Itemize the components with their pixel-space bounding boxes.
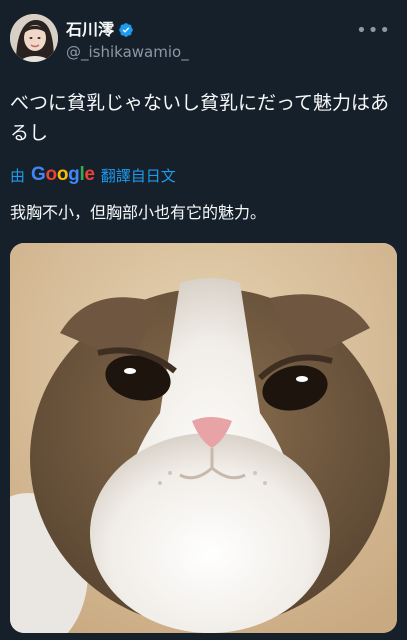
tweet-text: べつに貧乳じゃないし貧乳にだって魅力はあるし [10, 92, 390, 144]
cat-photo-image [10, 243, 397, 633]
translation-by-label: 由 [10, 166, 26, 185]
translated-text: 我胸不小，但胸部小也有它的魅力。 [10, 203, 267, 222]
avatar[interactable] [10, 14, 58, 62]
verified-badge-icon [119, 23, 133, 37]
author-name-row[interactable]: 石川澪 [66, 20, 189, 40]
author-names: 石川澪 @_ishikawamio_ [66, 20, 189, 62]
google-logo: Google [31, 164, 95, 185]
tweet-header: 石川澪 @_ishikawamio_ ••• [10, 14, 397, 64]
more-options-icon[interactable]: ••• [356, 20, 391, 41]
author-handle[interactable]: @_ishikawamio_ [66, 42, 189, 62]
translation-action[interactable]: 翻譯自日文 [101, 165, 176, 186]
display-name[interactable]: 石川澪 [66, 20, 114, 40]
avatar-image [10, 14, 58, 62]
translate-row[interactable]: 由 Google 翻譯自日文 [10, 164, 176, 186]
tweet-media-photo[interactable] [10, 243, 397, 633]
